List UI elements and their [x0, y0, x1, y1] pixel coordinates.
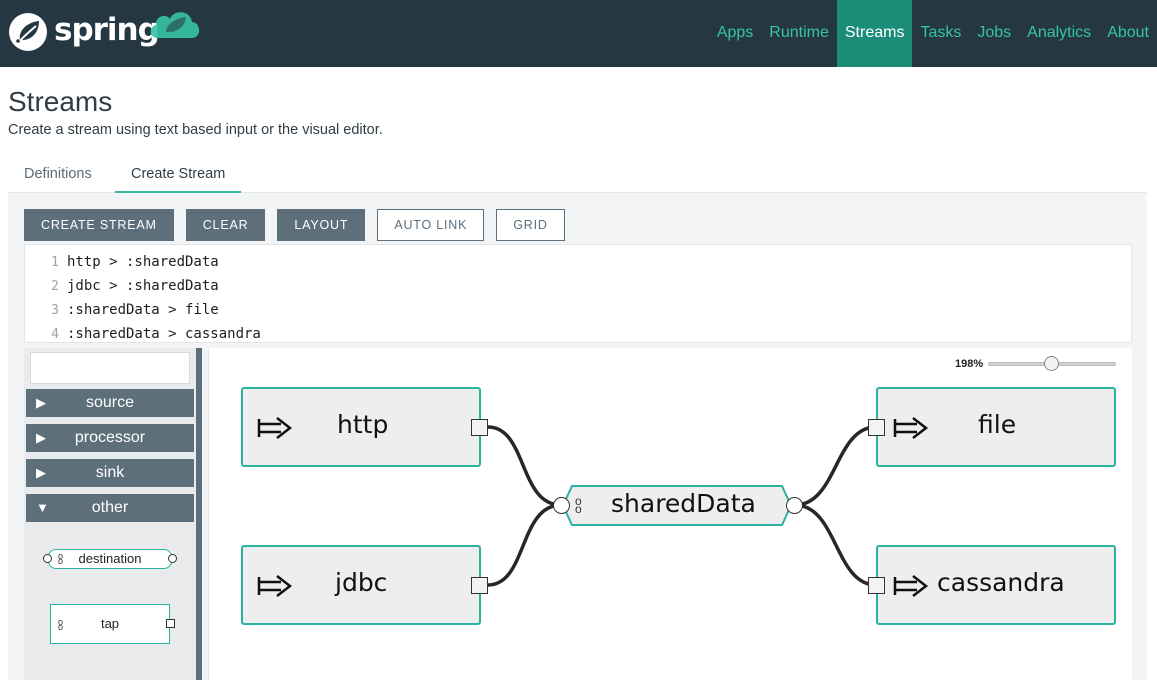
node-label: jdbc — [335, 568, 388, 597]
page-subtitle: Create a stream using text based input o… — [8, 122, 383, 138]
nav-analytics[interactable]: Analytics — [1019, 0, 1099, 67]
top-navbar: spring Apps Runtime Streams Tasks Jobs A… — [0, 0, 1157, 67]
source-arrow-icon — [893, 575, 929, 597]
line-code: :sharedData > file — [67, 302, 219, 318]
link-shareddata-file[interactable] — [794, 425, 877, 507]
line-number: 1 — [51, 255, 59, 270]
input-port[interactable] — [868, 419, 885, 436]
line-number: 2 — [51, 279, 59, 294]
line-code: jdbc > :sharedData — [67, 278, 219, 294]
output-port[interactable] — [471, 419, 488, 436]
palette-group-label: source — [85, 394, 135, 411]
palette-item-label: destination — [78, 551, 142, 566]
nav-about[interactable]: About — [1099, 0, 1157, 67]
input-port — [43, 554, 52, 563]
input-port[interactable] — [553, 497, 570, 514]
page-title: Streams — [8, 86, 113, 117]
nav-apps[interactable]: Apps — [709, 0, 761, 67]
link-jdbc-shareddata[interactable] — [487, 503, 562, 587]
cloud-icon — [150, 12, 200, 38]
palette-group-label: sink — [95, 464, 125, 481]
editor-line: 2 jdbc > :sharedData — [25, 274, 219, 298]
link-http-shareddata[interactable] — [487, 425, 562, 507]
palette-group-source[interactable]: ▶ source — [26, 389, 194, 417]
palette-group-sink[interactable]: ▶ sink — [26, 459, 194, 487]
layout-button[interactable]: LAYOUT — [277, 209, 366, 241]
node-http[interactable]: http — [241, 387, 488, 467]
module-palette: ▶ source ▶ processor ▶ sink ▼ other oo d… — [24, 348, 202, 680]
input-port[interactable] — [868, 577, 885, 594]
spring-logo[interactable]: spring — [8, 12, 160, 52]
source-arrow-icon — [257, 575, 293, 597]
palette-item-destination[interactable]: oo destination — [43, 549, 177, 569]
stream-dsl-editor[interactable]: 1 http > :sharedData 2 jdbc > :sharedData … — [24, 244, 1132, 343]
node-cassandra[interactable]: cassandra — [868, 545, 1116, 625]
editor-toolbar: CREATE STREAM CLEAR LAYOUT AUTO LINK GRI… — [24, 209, 577, 241]
ports-icon: oo — [575, 494, 582, 516]
nav-tasks[interactable]: Tasks — [912, 0, 969, 67]
output-port[interactable] — [471, 577, 488, 594]
editor-line: 4 :sharedData > cassandra — [25, 322, 261, 346]
line-code: :sharedData > cassandra — [67, 326, 261, 342]
node-label: http — [337, 410, 389, 439]
ports-icon: oo — [58, 617, 64, 632]
source-arrow-icon — [893, 417, 929, 439]
node-label: cassandra — [937, 568, 1065, 597]
nav-runtime[interactable]: Runtime — [761, 0, 837, 67]
auto-link-button[interactable]: AUTO LINK — [377, 209, 485, 241]
editor-line: 3 :sharedData > file — [25, 298, 219, 322]
output-port[interactable] — [786, 497, 803, 514]
node-label: file — [978, 410, 1017, 439]
flow-canvas[interactable]: 198% http jdbc oo sharedData file cassan… — [208, 348, 1132, 680]
node-label: sharedData — [611, 489, 756, 518]
palette-group-other[interactable]: ▼ other — [26, 494, 194, 522]
palette-group-processor[interactable]: ▶ processor — [26, 424, 194, 452]
main-nav: Apps Runtime Streams Tasks Jobs Analytic… — [709, 0, 1157, 67]
editor-line: 1 http > :sharedData — [25, 250, 219, 274]
tab-create-stream[interactable]: Create Stream — [115, 156, 242, 193]
line-code: http > :sharedData — [67, 254, 219, 270]
palette-item-tap[interactable]: oo tap — [50, 604, 175, 644]
line-number: 4 — [51, 327, 59, 342]
palette-group-label: other — [91, 499, 129, 516]
node-file[interactable]: file — [868, 387, 1116, 467]
tab-bar: Definitions Create Stream — [8, 156, 1147, 193]
node-jdbc[interactable]: jdbc — [241, 545, 488, 625]
clear-button[interactable]: CLEAR — [185, 209, 266, 241]
node-shared-data[interactable]: oo sharedData — [553, 485, 803, 526]
output-port — [168, 554, 177, 563]
line-number: 3 — [51, 303, 59, 318]
tab-definitions[interactable]: Definitions — [24, 156, 92, 193]
create-stream-button[interactable]: CREATE STREAM — [24, 209, 174, 241]
output-port — [166, 619, 175, 628]
palette-search-input[interactable] — [30, 352, 190, 384]
nav-streams[interactable]: Streams — [836, 0, 913, 67]
ports-icon: oo — [58, 551, 64, 566]
spring-leaf-icon — [9, 13, 47, 51]
grid-button[interactable]: GRID — [496, 209, 565, 241]
palette-item-label: tap — [100, 616, 120, 631]
source-arrow-icon — [257, 417, 293, 439]
nav-jobs[interactable]: Jobs — [969, 0, 1019, 67]
palette-group-label: processor — [74, 429, 146, 446]
link-shareddata-cassandra[interactable] — [794, 503, 877, 587]
logo-text: spring — [54, 12, 160, 48]
